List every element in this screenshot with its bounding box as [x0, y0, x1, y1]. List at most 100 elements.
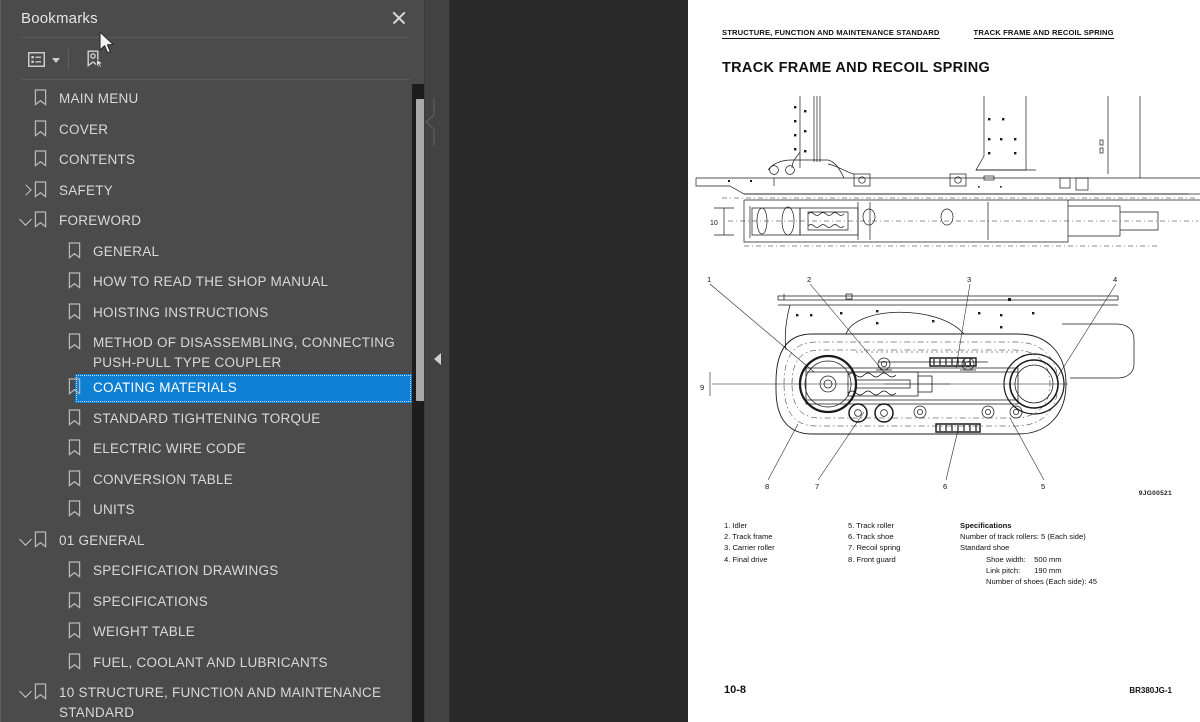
legend-item: 3. Carrier roller [724, 543, 775, 553]
figure-track-frame-section: 10 [695, 96, 1200, 247]
bookmark-icon [68, 561, 86, 580]
bookmark-icon [68, 408, 86, 428]
bookmark-item[interactable]: MAIN MENU [0, 84, 424, 115]
legend-column-right: 5. Track roller 6. Track shoe 7. Recoil … [848, 520, 900, 565]
bookmark-label: SPECIFICATION DRAWINGS [93, 563, 279, 578]
bookmark-item[interactable]: GENERAL [0, 237, 424, 268]
bookmark-item[interactable]: SAFETY [0, 176, 424, 207]
bookmark-label: HOW TO READ THE SHOP MANUAL [93, 274, 329, 289]
bookmark-item[interactable]: WEIGHT TABLE [0, 617, 424, 648]
page-number: 10-8 [724, 684, 747, 696]
callout-10: 10 [710, 220, 718, 227]
chevron-down-icon[interactable] [18, 531, 34, 551]
bookmark-icon [34, 119, 52, 139]
panel-splitter[interactable] [424, 0, 450, 722]
bookmark-icon [34, 530, 52, 550]
figure-code: 9JG00521 [1138, 490, 1172, 497]
bookmark-item[interactable]: HOISTING INSTRUCTIONS [0, 298, 424, 329]
running-head-left: STRUCTURE, FUNCTION AND MAINTENANCE STAN… [722, 28, 940, 39]
twisty-spacer [52, 470, 68, 490]
document-code: BR380JG-1 [1129, 686, 1172, 695]
callout-8: 8 [765, 482, 769, 491]
bookmark-icon [34, 89, 52, 108]
bookmark-item[interactable]: SPECIFICATION DRAWINGS [0, 556, 424, 587]
bookmark-icon [68, 241, 86, 261]
callout-1: 1 [707, 275, 711, 284]
bookmark-label: MAIN MENU [59, 91, 139, 106]
document-viewer: STRUCTURE, FUNCTION AND MAINTENANCE STAN… [450, 0, 1200, 722]
legend-item: 2. Track frame [724, 532, 773, 542]
bookmark-item[interactable]: 10 STRUCTURE, FUNCTION AND MAINTENANCE S… [0, 678, 424, 722]
bookmark-item[interactable]: METHOD OF DISASSEMBLING, CONNECTING PUSH… [0, 328, 424, 373]
collapse-left-icon[interactable] [434, 353, 441, 365]
chevron-down-icon[interactable] [18, 683, 34, 703]
close-icon[interactable] [388, 7, 410, 29]
callout-5: 5 [1041, 482, 1045, 491]
bookmarks-panel: Bookmarks MAIN MENU COVER CONTENTS SAFET… [0, 0, 425, 722]
legend-item: 1. Idler [724, 521, 748, 530]
spec-track-rollers: Number of track rollers: 5 (Each side) [960, 532, 1086, 542]
bookmark-item[interactable]: COVER [0, 115, 424, 146]
twisty-spacer [52, 439, 68, 459]
panel-resize-notch [424, 98, 435, 146]
bookmark-icon [34, 180, 52, 200]
pdf-reader-window: Bookmarks MAIN MENU COVER CONTENTS SAFET… [0, 0, 1200, 722]
bookmark-item[interactable]: HOW TO READ THE SHOP MANUAL [0, 267, 424, 298]
bookmark-icon [68, 439, 86, 458]
chevron-down-icon[interactable] [18, 211, 34, 231]
bookmark-label: CONTENTS [59, 152, 136, 167]
bookmark-icon [34, 683, 52, 702]
bookmark-item[interactable]: CONVERSION TABLE [0, 465, 424, 496]
bookmark-label: STANDARD TIGHTENING TORQUE [93, 410, 321, 426]
spec-link-pitch-label: Link pitch: [986, 565, 1021, 575]
legend-item: 6. Track shoe [848, 532, 894, 542]
twisty-spacer [18, 120, 34, 140]
bookmark-item[interactable]: COATING MATERIALS [0, 373, 424, 404]
twisty-spacer [52, 272, 68, 292]
bookmark-item[interactable]: UNITS [0, 495, 424, 526]
callout-2: 2 [807, 275, 811, 284]
bookmark-item[interactable]: 01 GENERAL [0, 526, 424, 557]
bookmark-icon [68, 469, 86, 489]
legend-column-left: 1. Idler 2. Track frame 3. Carrier rolle… [724, 520, 775, 565]
page-title: TRACK FRAME AND RECOIL SPRING [722, 60, 991, 76]
chevron-down-icon[interactable] [52, 57, 60, 63]
bookmark-item[interactable]: FUEL, COOLANT AND LUBRICANTS [0, 648, 424, 679]
bookmark-item[interactable]: CONTENTS [0, 145, 424, 176]
divider-top [21, 37, 410, 38]
bookmark-item[interactable]: ELECTRIC WIRE CODE [0, 434, 424, 465]
callout-3: 3 [967, 275, 971, 284]
bookmark-item[interactable]: SPECIFICATIONS [0, 587, 424, 618]
callout-6: 6 [943, 482, 947, 491]
legend-item: 5. Track roller [848, 521, 894, 530]
twisty-spacer [52, 500, 68, 520]
list-options-icon[interactable] [21, 45, 51, 73]
bookmark-icon [68, 591, 86, 611]
twisty-spacer [52, 333, 68, 353]
bookmark-item[interactable]: STANDARD TIGHTENING TORQUE [0, 404, 424, 435]
bookmark-icon [68, 500, 86, 519]
callout-7: 7 [815, 482, 819, 491]
new-bookmark-icon[interactable] [79, 45, 109, 73]
page-running-head: STRUCTURE, FUNCTION AND MAINTENANCE STAN… [722, 28, 1190, 39]
spec-shoe-width-value: 500 mm [1034, 554, 1062, 564]
chevron-right-icon[interactable] [18, 181, 34, 201]
callout-9: 9 [700, 383, 704, 392]
bookmarks-tree[interactable]: MAIN MENU COVER CONTENTS SAFETY FOREWORD GENE… [0, 84, 424, 722]
bookmark-icon [34, 211, 52, 230]
twisty-spacer [52, 592, 68, 612]
bookmark-label: UNITS [93, 502, 135, 517]
spec-number-of-shoes: Number of shoes (Each side): 45 [986, 577, 1098, 587]
bookmark-label: HOISTING INSTRUCTIONS [93, 304, 269, 320]
bookmark-item[interactable]: FOREWORD [0, 206, 424, 237]
bookmark-label: CONVERSION TABLE [93, 471, 234, 487]
callout-4: 4 [1113, 275, 1117, 284]
twisty-spacer [52, 653, 68, 673]
bookmark-label: METHOD OF DISASSEMBLING, CONNECTING PUSH… [93, 335, 396, 370]
spec-shoe-width: Shoe width: 500 mm [960, 554, 1097, 565]
panel-title: Bookmarks [21, 9, 98, 27]
running-head-right: TRACK FRAME AND RECOIL SPRING [973, 28, 1114, 39]
bookmark-label: FUEL, COOLANT AND LUBRICANTS [93, 654, 328, 670]
bookmark-icon [68, 272, 86, 291]
figure-undercarriage: 1 2 3 4 5 6 7 8 9 [700, 275, 1135, 491]
